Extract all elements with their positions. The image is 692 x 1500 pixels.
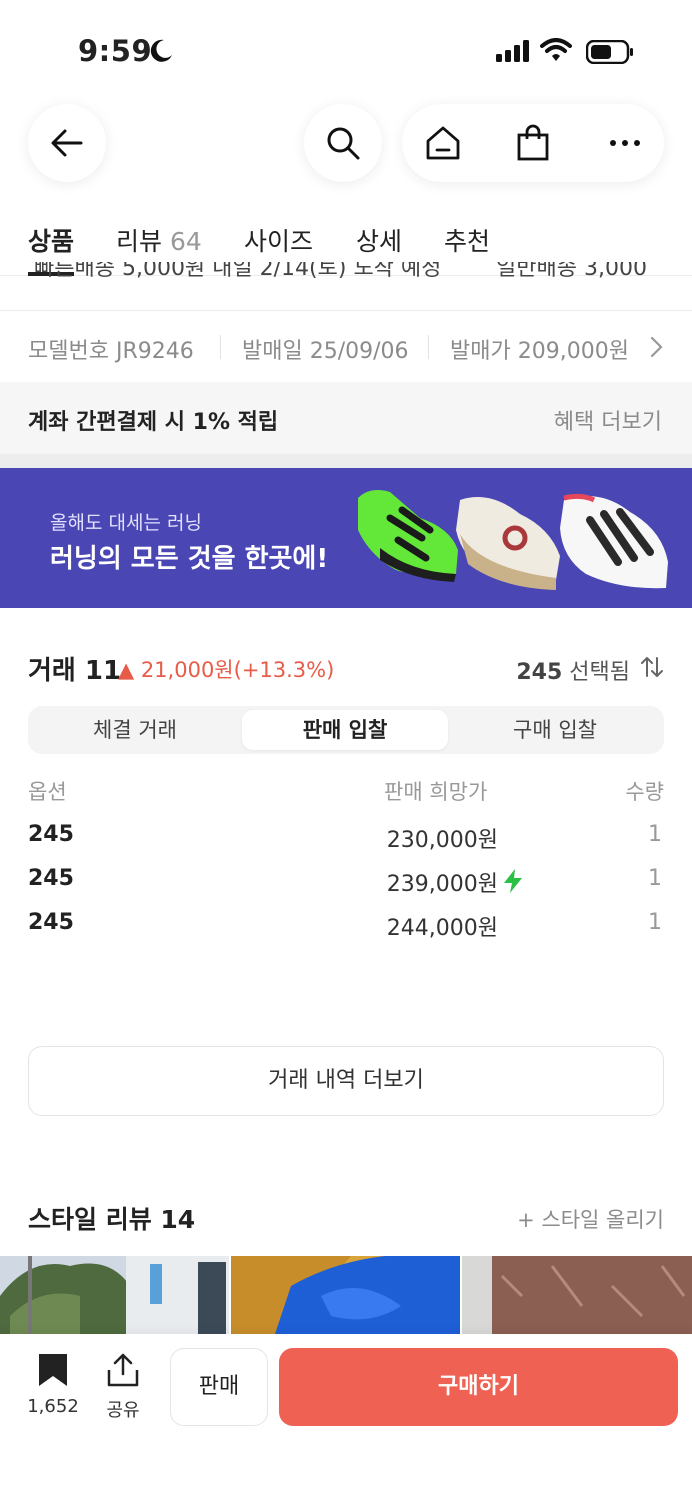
style-thumbnail[interactable] <box>231 1256 460 1346</box>
column-qty: 수량 <box>625 780 664 804</box>
row-option: 245 <box>28 866 74 891</box>
wifi-icon <box>540 38 572 66</box>
fast-shipping-text: 빠른배송 5,000원 내일 2/14(토) 도착 예정 <box>34 262 442 281</box>
row-price: 239,000원 <box>386 872 498 897</box>
more-button[interactable] <box>586 104 664 182</box>
table-row: 245 230,000원 1 <box>28 822 664 853</box>
column-price: 판매 희망가 <box>384 780 488 804</box>
row-option: 245 <box>28 910 74 935</box>
price-change: ▲ 21,000원(+13.3%) <box>118 658 335 682</box>
bottom-action-bar: 1,652 공유 판매 구매하기 <box>0 1334 692 1500</box>
top-nav <box>0 100 692 186</box>
battery-icon <box>585 39 634 68</box>
tab-recommend[interactable]: 추천 <box>444 222 490 258</box>
style-thumbnails <box>0 1256 692 1346</box>
table-row: 245 239,000원 1 <box>28 866 664 898</box>
row-option: 245 <box>28 822 74 847</box>
share-icon <box>107 1353 139 1387</box>
chevron-right-icon <box>648 335 664 363</box>
column-option: 옵션 <box>28 780 67 804</box>
tab-label: 상품 <box>28 227 75 256</box>
tab-product[interactable]: 상품 <box>28 222 74 258</box>
release-date: 발매일 25/09/06 <box>242 339 409 364</box>
bookmark-button[interactable]: 1,652 <box>24 1352 82 1417</box>
selected-label: 선택됨 <box>562 660 630 685</box>
sell-button[interactable]: 판매 <box>170 1348 268 1426</box>
buy-button[interactable]: 구매하기 <box>279 1348 678 1426</box>
row-price: 230,000원 <box>386 828 498 853</box>
style-review-header: 스타일 리뷰 14 + 스타일 올리기 <box>28 1200 664 1240</box>
search-icon <box>327 127 360 160</box>
style-thumbnail[interactable] <box>462 1256 692 1346</box>
payment-benefit-row: 계좌 간편결제 시 1% 적립 혜택 더보기 <box>0 382 692 454</box>
tab-count: 64 <box>170 227 202 256</box>
status-time: 9:59 <box>78 34 153 68</box>
normal-shipping-text: 일반배송 3,000 <box>496 262 647 281</box>
segment-sell-bids[interactable]: 판매 입찰 <box>242 710 448 750</box>
segment-completed-trades[interactable]: 체결 거래 <box>32 710 238 750</box>
trade-header: 거래 11 ▲ 21,000원(+13.3%) 245 선택됨 <box>28 650 664 690</box>
tab-review[interactable]: 리뷰 64 <box>116 222 202 258</box>
more-icon <box>610 140 640 146</box>
bookmark-count: 1,652 <box>27 1396 79 1417</box>
banner-title: 러닝의 모든 것을 한곳에! <box>50 544 329 574</box>
row-qty: 1 <box>648 822 662 847</box>
bookmark-icon <box>39 1354 67 1386</box>
tab-size[interactable]: 사이즈 <box>244 222 313 258</box>
shopping-bag-icon <box>517 124 549 161</box>
row-qty: 1 <box>648 910 662 935</box>
signal-icon <box>496 40 530 66</box>
selected-size: 245 <box>516 660 563 685</box>
moon-icon <box>148 38 174 68</box>
back-button[interactable] <box>28 104 106 182</box>
benefit-more-link[interactable]: 혜택 더보기 <box>554 404 662 436</box>
row-qty: 1 <box>648 866 662 891</box>
table-row: 245 244,000원 1 <box>28 910 664 941</box>
payment-benefit-text: 계좌 간편결제 시 1% 적립 <box>28 410 279 435</box>
tab-detail[interactable]: 상세 <box>356 222 402 258</box>
model-number: 모델번호 JR9246 <box>28 339 194 364</box>
model-info-row[interactable]: 모델번호 JR9246 발매일 25/09/06 발매가 209,000원 <box>0 310 692 382</box>
home-button[interactable] <box>404 104 482 182</box>
home-icon <box>426 126 460 160</box>
running-banner[interactable]: 올해도 대세는 러닝 러닝의 모든 것을 한곳에! <box>0 468 692 608</box>
tab-label: 리뷰 <box>116 227 163 256</box>
share-button[interactable]: 공유 <box>100 1352 146 1422</box>
nav-actions-group <box>402 104 664 182</box>
trade-title: 거래 11 <box>28 656 122 686</box>
trade-segment-control: 체결 거래 판매 입찰 구매 입찰 <box>28 706 664 754</box>
shoes-image <box>358 490 668 590</box>
back-arrow-icon <box>51 129 83 157</box>
trade-history-more-button[interactable]: 거래 내역 더보기 <box>28 1046 664 1116</box>
segment-buy-bids[interactable]: 구매 입찰 <box>452 710 658 750</box>
search-button[interactable] <box>304 104 382 182</box>
tab-label: 사이즈 <box>244 227 314 256</box>
row-price: 244,000원 <box>386 916 498 941</box>
shipping-row-clipped: 빠른배송 5,000원 내일 2/14(토) 도착 예정 일반배송 3,000 <box>0 262 692 282</box>
divider <box>220 335 221 359</box>
section-divider <box>0 454 692 468</box>
tab-label: 상세 <box>356 227 403 256</box>
banner-subtitle: 올해도 대세는 러닝 <box>50 512 202 534</box>
style-review-title: 스타일 리뷰 14 <box>28 1205 196 1234</box>
release-price: 발매가 209,000원 <box>450 339 629 364</box>
sort-icon[interactable] <box>640 654 664 684</box>
share-label: 공유 <box>106 1400 140 1421</box>
shopping-bag-button[interactable] <box>494 104 572 182</box>
lightning-icon <box>502 868 524 898</box>
status-bar: 9:59 <box>0 0 692 100</box>
tab-label: 추천 <box>444 227 491 256</box>
size-selector[interactable]: 245 선택됨 <box>516 654 630 686</box>
upload-style-link[interactable]: + 스타일 올리기 <box>517 1204 664 1234</box>
style-thumbnail[interactable] <box>0 1256 229 1346</box>
divider <box>428 335 429 359</box>
